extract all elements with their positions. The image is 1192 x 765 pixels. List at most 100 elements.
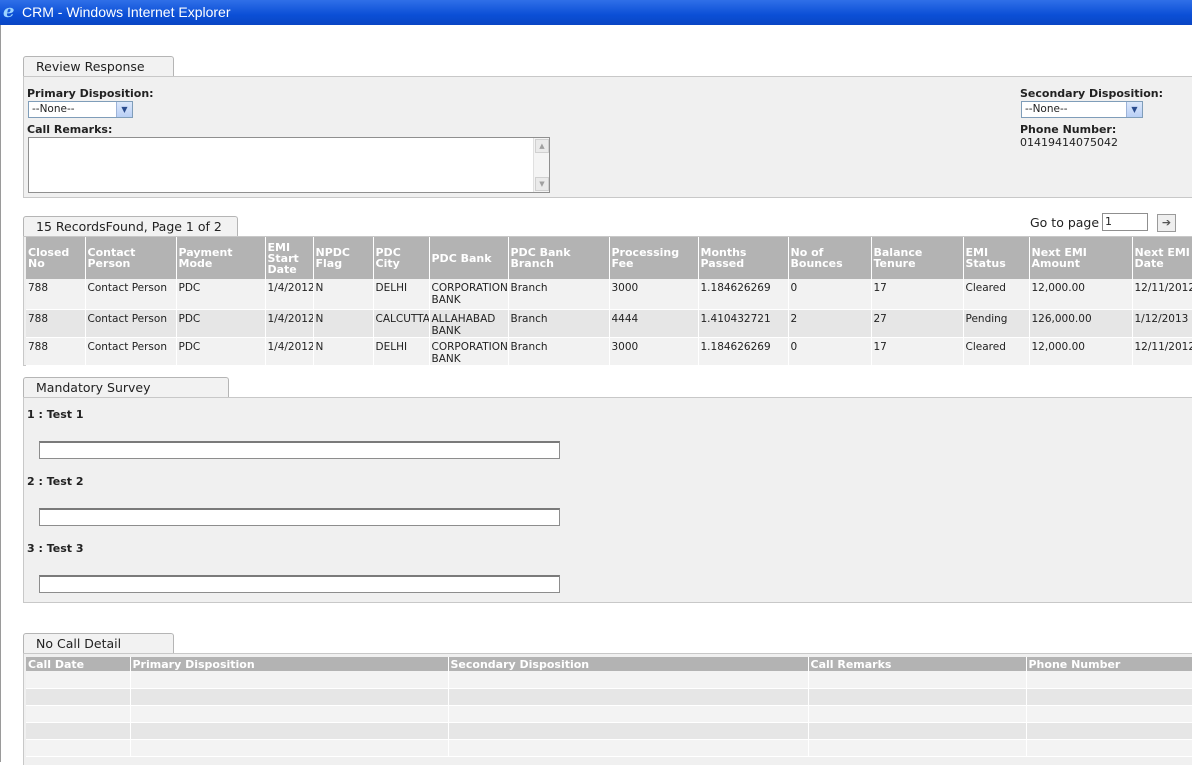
call-remarks-textarea[interactable]: ▲ ▼ — [28, 137, 550, 193]
column-header[interactable]: Months Passed — [698, 237, 789, 279]
tab-review-response[interactable]: Review Response — [23, 56, 174, 77]
column-header[interactable]: Phone Number — [1026, 657, 1192, 671]
tab-records-found[interactable]: 15 RecordsFound, Page 1 of 2 — [23, 216, 238, 237]
primary-disposition-label: Primary Disposition: — [27, 87, 154, 100]
table-cell — [1026, 705, 1192, 723]
table-row[interactable]: 788 Contact Person PDC 1/4/2012 N DELHI … — [26, 279, 1192, 310]
table-cell: Branch — [508, 279, 610, 310]
scroll-up-icon[interactable]: ▲ — [535, 139, 549, 153]
column-header[interactable]: No of Bounces — [788, 237, 872, 279]
table-cell — [448, 671, 809, 689]
column-header[interactable]: NPDC Flag — [313, 237, 374, 279]
table-cell: DELHI — [373, 337, 430, 366]
table-cell — [1026, 722, 1192, 740]
column-header[interactable]: PDC City — [373, 237, 430, 279]
table-row[interactable]: 788 Contact Person PDC 1/4/2012 N CALCUT… — [26, 309, 1192, 338]
window-title: CRM - Windows Internet Explorer — [22, 4, 231, 20]
table-cell — [808, 688, 1027, 706]
table-cell: Branch — [508, 309, 610, 338]
table-cell: 17 — [871, 337, 964, 366]
column-header[interactable]: EMI Status — [963, 237, 1030, 279]
column-header[interactable]: PDC Bank Branch — [508, 237, 610, 279]
internet-explorer-icon: e — [3, 1, 15, 22]
column-header[interactable]: Call Date — [26, 657, 131, 671]
column-header[interactable]: PDC Bank — [429, 237, 509, 279]
tab-call-detail[interactable]: No Call Detail Found — [23, 633, 174, 671]
column-header[interactable]: Next EMI Date — [1132, 237, 1192, 279]
table-cell: Branch — [508, 337, 610, 366]
column-header[interactable]: Balance Tenure — [871, 237, 964, 279]
survey-answer-3-input[interactable] — [39, 575, 560, 593]
table-row — [26, 688, 1192, 706]
tab-mandatory-survey[interactable]: Mandatory Survey Questions — [23, 377, 229, 415]
secondary-disposition-select[interactable]: --None-- ▼ — [1021, 101, 1143, 118]
table-cell: 3000 — [609, 279, 699, 310]
table-cell: ALLAHABAD BANK — [429, 309, 509, 338]
table-cell — [26, 722, 131, 740]
table-row — [26, 671, 1192, 689]
call-remarks-label: Call Remarks: — [27, 123, 113, 136]
table-cell: 1.410432721 — [698, 309, 789, 338]
table-cell: 1/12/2013 — [1132, 309, 1192, 338]
primary-disposition-select[interactable]: --None-- ▼ — [28, 101, 133, 118]
secondary-disposition-value: --None-- — [1025, 103, 1068, 115]
table-cell: 788 — [26, 309, 86, 338]
table-cell: 126,000.00 — [1029, 309, 1133, 338]
table-cell: Pending — [963, 309, 1030, 338]
chevron-down-icon[interactable]: ▼ — [116, 102, 132, 117]
column-header[interactable]: Primary Disposition — [130, 657, 449, 671]
go-button[interactable]: ➔ — [1157, 214, 1176, 232]
phone-number-value: 01419414075042 — [1020, 136, 1118, 149]
chevron-down-icon[interactable]: ▼ — [1126, 102, 1142, 117]
table-cell: PDC — [176, 309, 266, 338]
survey-panel: 1 : Test 1 2 : Test 2 3 : Test 3 — [23, 397, 1192, 603]
column-header[interactable]: Call Remarks — [808, 657, 1027, 671]
table-cell — [26, 671, 131, 689]
survey-answer-2-input[interactable] — [39, 508, 560, 526]
table-cell — [130, 705, 449, 723]
column-header[interactable]: Contact Person — [85, 237, 177, 279]
tab-records-found-label: 15 RecordsFound, Page 1 of 2 — [36, 219, 222, 234]
table-cell: Contact Person — [85, 309, 177, 338]
table-row — [26, 739, 1192, 757]
window-titlebar: e CRM - Windows Internet Explorer — [0, 0, 1192, 25]
table-cell: 3000 — [609, 337, 699, 366]
table-cell: 2 — [788, 309, 872, 338]
table-cell — [1026, 688, 1192, 706]
column-header[interactable]: Secondary Disposition — [448, 657, 809, 671]
table-row — [26, 705, 1192, 723]
tab-review-response-label: Review Response — [36, 59, 145, 74]
table-cell: DELHI — [373, 279, 430, 310]
table-row — [26, 722, 1192, 740]
go-to-page-label: Go to page — [1030, 215, 1100, 230]
column-header[interactable]: Closed No — [26, 237, 86, 279]
table-cell — [448, 705, 809, 723]
table-cell: 17 — [871, 279, 964, 310]
remarks-scrollbar[interactable]: ▲ ▼ — [533, 138, 549, 192]
column-header[interactable]: Processing Fee — [609, 237, 699, 279]
secondary-disposition-label: Secondary Disposition: — [1020, 87, 1164, 100]
call-detail-table: Call Date Primary Disposition Secondary … — [26, 657, 1192, 757]
table-cell: 1.184626269 — [698, 279, 789, 310]
table-cell: 12,000.00 — [1029, 279, 1133, 310]
scroll-down-icon[interactable]: ▼ — [535, 177, 549, 191]
table-cell: 1/4/2012 — [265, 309, 314, 338]
table-cell — [448, 688, 809, 706]
table-cell: 0 — [788, 337, 872, 366]
table-cell — [448, 722, 809, 740]
table-cell: PDC — [176, 279, 266, 310]
go-to-page-input[interactable]: 1 — [1102, 213, 1148, 231]
table-cell: Cleared — [963, 279, 1030, 310]
go-to-page-value: 1 — [1105, 215, 1112, 228]
column-header[interactable]: Payment Mode — [176, 237, 266, 279]
review-response-panel: Primary Disposition: --None-- ▼ Call Rem… — [23, 76, 1192, 198]
column-header[interactable]: EMI Start Date — [265, 237, 314, 279]
table-cell: N — [313, 309, 374, 338]
survey-question-2: 2 : Test 2 — [27, 475, 84, 488]
survey-answer-1-input[interactable] — [39, 441, 560, 459]
table-cell — [130, 739, 449, 757]
table-row[interactable]: 788 Contact Person PDC 1/4/2012 N DELHI … — [26, 337, 1192, 366]
column-header[interactable]: Next EMI Amount — [1029, 237, 1133, 279]
table-cell — [808, 722, 1027, 740]
table-cell — [808, 705, 1027, 723]
